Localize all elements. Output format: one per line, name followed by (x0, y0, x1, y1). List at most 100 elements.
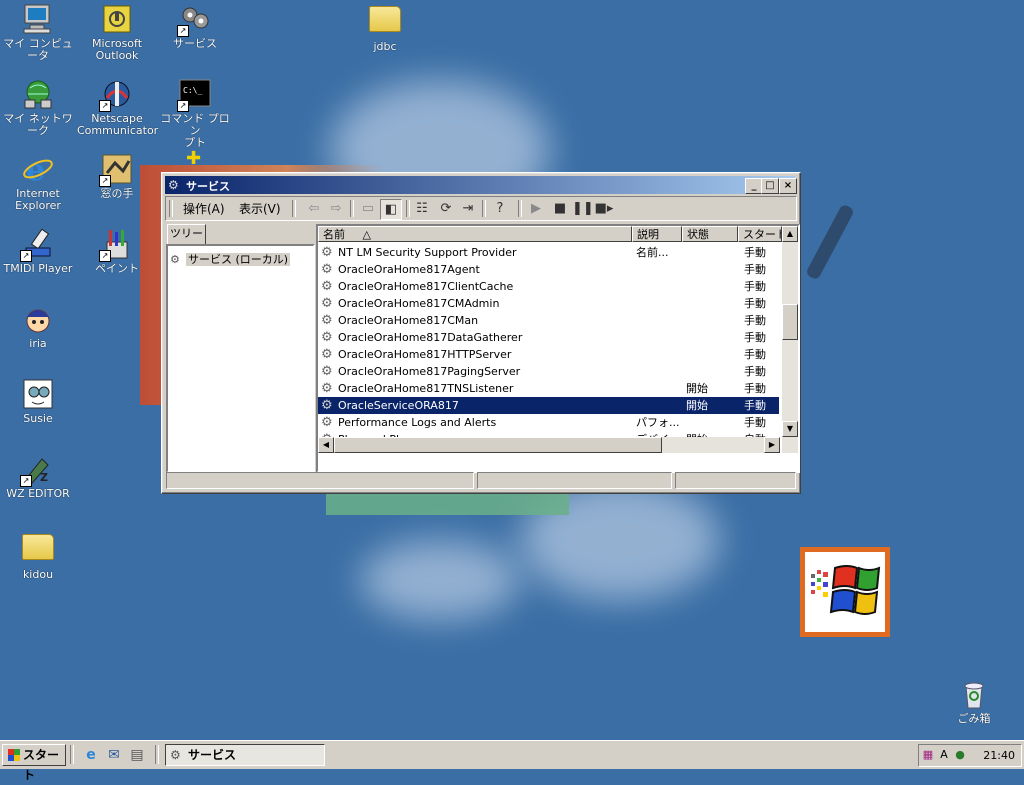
netscape-icon: ↗ (99, 78, 133, 112)
desktop-icon-outlook[interactable]: Microsoft Outlook (77, 3, 157, 62)
up-folder-icon[interactable]: ▭ (358, 199, 378, 218)
service-startup-type: 手動 (744, 246, 766, 259)
desktop-icon-label: Susie (23, 412, 53, 425)
desktop-icon-label: サービス (173, 37, 217, 50)
desktop-icon-madonote[interactable]: ↗ 窓の手 (77, 153, 157, 200)
stop-service-icon[interactable]: ■ (550, 199, 570, 218)
sort-ascending-icon: △ (362, 228, 371, 241)
service-row[interactable]: ⚙ OracleOraHome817Agent 手動 (318, 261, 779, 278)
window-titlebar[interactable]: ⚙ サービス _ □ × (165, 176, 797, 194)
tab-tree[interactable]: ツリー (167, 224, 206, 246)
help-icon[interactable]: ? (490, 199, 510, 218)
forward-arrow-icon[interactable]: ⇨ (326, 199, 346, 218)
status-panel (675, 472, 796, 489)
services-icon: ↗ (177, 3, 211, 37)
desktop-icon-label: TMIDI Player (3, 262, 73, 275)
toolbar-separator (350, 200, 354, 217)
ie-icon[interactable]: e (82, 746, 100, 764)
desktop-icon-tmidi-player[interactable]: ↗ TMIDI Player (0, 228, 78, 275)
desktop-icon-kidou[interactable]: kidou (0, 528, 78, 581)
column-header-name[interactable]: 名前 △ (318, 226, 632, 242)
background-cloud (360, 540, 520, 620)
service-row[interactable]: ⚙ OracleOraHome817DataGatherer 手動 (318, 329, 779, 346)
outlook-express-icon[interactable]: ✉ (105, 746, 123, 764)
service-row[interactable]: ⚙ OracleOraHome817PagingServer 手動 (318, 363, 779, 380)
taskbar-separator (155, 745, 159, 764)
scroll-down-button[interactable]: ▼ (782, 421, 798, 437)
shortcut-arrow-icon: ↗ (99, 250, 111, 262)
show-desktop-icon[interactable]: ▤ (128, 746, 146, 764)
desktop-icon-recycle-bin[interactable]: ごみ箱 (934, 678, 1014, 725)
folder-icon (369, 6, 401, 38)
desktop-icon-paint[interactable]: ↗ ペイント (77, 228, 157, 275)
menu-view[interactable]: 表示(V) (239, 200, 281, 217)
clock[interactable]: 21:40 (983, 749, 1015, 762)
back-arrow-icon[interactable]: ⇦ (304, 199, 324, 218)
desktop-icon-label: Netscape Communicator (77, 112, 159, 137)
desktop-icon-my-network[interactable]: マイ ネットワーク (0, 78, 78, 137)
desktop-icon-wz-editor[interactable]: Z ↗ WZ EDITOR (0, 453, 78, 500)
desktop-icon-jdbc[interactable]: jdbc (345, 0, 425, 53)
service-description: 名前... (636, 246, 669, 259)
start-button[interactable]: スタート (2, 744, 66, 782)
service-row[interactable]: ⚙ OracleOraHome817HTTPServer 手動 (318, 346, 779, 363)
column-header-description[interactable]: 説明 (632, 226, 682, 242)
service-status: 開始 (686, 399, 708, 412)
service-row[interactable]: ⚙ Performance Logs and Alerts パフォ... 手動 (318, 414, 779, 431)
services-list[interactable]: 名前 △ 説明 状態 スタート ⚙ NT LM Security Support … (316, 224, 800, 473)
vertical-scrollbar[interactable]: ▲ ▼ (782, 226, 798, 453)
tree-node-services-local[interactable]: ⚙ サービス (ローカル) (170, 251, 291, 267)
close-button[interactable]: × (779, 178, 797, 194)
svg-text:C:\_: C:\_ (183, 86, 202, 95)
desktop-icon-command-prompt[interactable]: C:\_ ↗ コマンド プロン プト (155, 78, 235, 149)
pause-service-icon[interactable]: ❚❚ (572, 199, 594, 218)
service-gear-icon: ⚙ (321, 381, 333, 396)
window-title: サービス (186, 180, 230, 193)
scroll-thumb[interactable] (334, 437, 662, 453)
scroll-left-button[interactable]: ◀ (318, 437, 334, 453)
service-row[interactable]: ⚙ OracleServiceORA817 開始 手動 (318, 397, 779, 414)
column-header-status[interactable]: 状態 (682, 226, 738, 242)
service-row[interactable]: ⚙ OracleOraHome817CMAdmin 手動 (318, 295, 779, 312)
taskbar-button-services[interactable]: ⚙ サービス (165, 744, 325, 766)
ime-mode-indicator[interactable]: A (937, 748, 951, 762)
start-service-icon[interactable]: ▶ (526, 199, 546, 218)
service-name: OracleOraHome817DataGatherer (338, 331, 523, 344)
service-name: OracleOraHome817PagingServer (338, 365, 521, 378)
refresh-icon[interactable]: ⟳ (436, 199, 456, 218)
desktop-icon-internet-explorer[interactable]: e Internet Explorer (0, 153, 78, 212)
ie-icon: e (22, 153, 54, 188)
desktop-icon-netscape[interactable]: ↗ Netscape Communicator (77, 78, 159, 137)
desktop-icon-my-computer[interactable]: マイ コンピュータ (0, 3, 78, 62)
service-row[interactable]: ⚙ OracleOraHome817CMan 手動 (318, 312, 779, 329)
export-list-icon[interactable]: ⇥ (458, 199, 478, 218)
service-gear-icon: ⚙ (321, 313, 333, 328)
scroll-up-button[interactable]: ▲ (782, 226, 798, 242)
ime-icon[interactable]: ▦ (921, 748, 935, 762)
service-row[interactable]: ⚙ OracleOraHome817TNSListener 開始 手動 (318, 380, 779, 397)
restart-service-icon[interactable]: ■▸ (594, 199, 614, 218)
services-window[interactable]: ⚙ サービス _ □ × 操作(A) 表示(V) ⇦ ⇨ ▭ ◧ ☷ ⟳ ⇥ ?… (161, 172, 801, 494)
network-tray-icon[interactable]: ● (953, 748, 967, 762)
desktop-icon-services[interactable]: ↗ サービス (155, 3, 235, 50)
service-gear-icon: ⚙ (321, 415, 333, 430)
desktop-icon-susie[interactable]: Susie (0, 378, 78, 425)
scroll-right-button[interactable]: ▶ (764, 437, 780, 453)
menu-toolbar: 操作(A) 表示(V) ⇦ ⇨ ▭ ◧ ☷ ⟳ ⇥ ? ▶ ■ ❚❚ ■▸ (166, 197, 792, 220)
maximize-button[interactable]: □ (761, 178, 779, 194)
scroll-thumb[interactable] (782, 304, 798, 340)
toolbar-separator (406, 200, 410, 217)
service-description: パフォ... (636, 416, 680, 429)
desktop-icon-label: Microsoft Outlook (91, 37, 143, 62)
show-tree-icon[interactable]: ◧ (380, 199, 402, 220)
service-row[interactable]: ⚙ OracleOraHome817ClientCache 手動 (318, 278, 779, 295)
menu-action[interactable]: 操作(A) (183, 200, 225, 217)
service-row[interactable]: ⚙ NT LM Security Support Provider 名前... 手動 (318, 244, 779, 261)
properties-icon[interactable]: ☷ (412, 199, 432, 218)
column-header-startup[interactable]: スタート (738, 226, 782, 242)
horizontal-scrollbar[interactable]: ◀ ▶ (318, 437, 780, 453)
desktop-icon-label: jdbc (373, 40, 397, 53)
desktop-icon-iria[interactable]: iria (0, 303, 78, 350)
desktop-icon-label: 窓の手 (100, 187, 134, 200)
tree-node-label: サービス (ローカル) (186, 253, 291, 266)
